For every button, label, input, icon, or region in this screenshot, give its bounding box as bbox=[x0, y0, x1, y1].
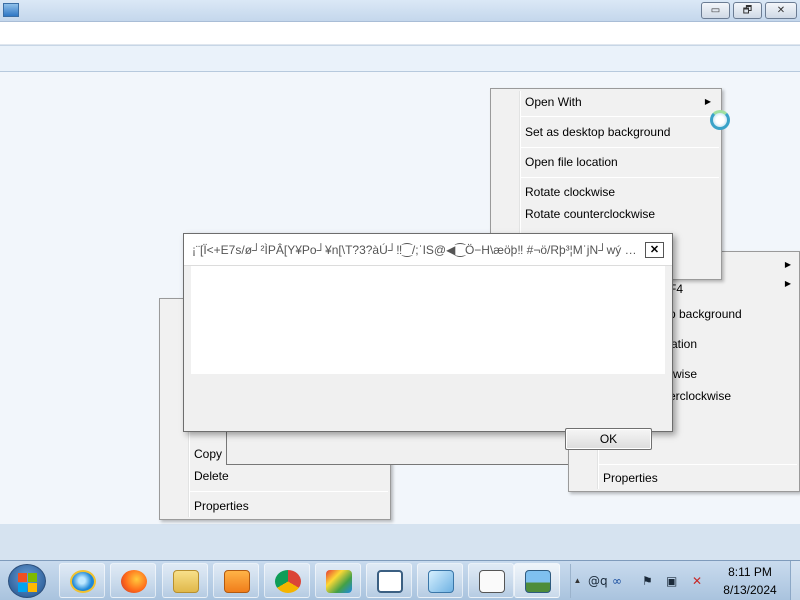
clock-time[interactable]: 8:11 PM bbox=[700, 565, 800, 579]
dialog-close-button[interactable]: ✕ bbox=[645, 242, 664, 258]
menu-item-open-location[interactable]: Open file location bbox=[491, 151, 721, 173]
submenu-arrow-icon: ▶ bbox=[784, 279, 791, 288]
start-button[interactable] bbox=[8, 564, 46, 598]
windows-logo-icon bbox=[28, 573, 37, 582]
dialog-titlebar: ¡¨[Ï<+E7s/ø┘²ÌPÂ[Y¥Po┘¥n[\T?3?àÚ┘‼⁐/;ˈIS… bbox=[184, 234, 672, 266]
toolbar-area bbox=[0, 45, 800, 72]
submenu-arrow-icon: ▶ bbox=[784, 260, 791, 269]
taskbar: ▲ @q ∞ ⚑ ▣ ✕ bbox=[0, 560, 800, 600]
media-player-icon bbox=[224, 570, 250, 593]
menu-separator bbox=[599, 464, 797, 465]
taskbar-document[interactable] bbox=[468, 563, 514, 598]
window-titlebar: ▭ 🗗 ✕ bbox=[0, 0, 800, 22]
paint-icon bbox=[326, 570, 352, 593]
clock-date[interactable]: 8/13/2024 bbox=[700, 583, 800, 597]
dialog-title: ¡¨[Ï<+E7s/ø┘²ÌPÂ[Y¥Po┘¥n[\T?3?àÚ┘‼⁐/;ˈIS… bbox=[192, 243, 639, 257]
error-dialog: ¡¨[Ï<+E7s/ø┘²ÌPÂ[Y¥Po┘¥n[\T?3?àÚ┘‼⁐/;ˈIS… bbox=[183, 233, 673, 432]
tray-link-icon[interactable]: ∞ bbox=[612, 574, 622, 588]
windows-logo-icon bbox=[18, 583, 27, 592]
menu-item-properties[interactable]: Properties bbox=[160, 495, 390, 517]
taskbar-file-explorer[interactable] bbox=[162, 563, 208, 598]
taskbar-media-player[interactable] bbox=[213, 563, 259, 598]
document-icon bbox=[479, 570, 505, 593]
folder-icon bbox=[173, 570, 199, 593]
menu-separator bbox=[521, 116, 719, 117]
dialog-message-area bbox=[191, 266, 665, 374]
menu-separator bbox=[190, 491, 388, 492]
network-icon[interactable]: ▣ bbox=[666, 574, 677, 588]
taskbar-firefox[interactable] bbox=[110, 563, 156, 598]
firefox-icon bbox=[121, 570, 147, 593]
taskbar-paint[interactable] bbox=[315, 563, 361, 598]
internet-explorer-icon bbox=[70, 570, 96, 593]
show-desktop-button[interactable] bbox=[790, 561, 800, 600]
maximize-button[interactable]: 🗗 bbox=[733, 2, 762, 19]
menu-item-set-background[interactable]: Set as desktop background bbox=[491, 121, 721, 143]
close-window-button[interactable]: ✕ bbox=[765, 2, 797, 19]
windows-logo-icon bbox=[28, 583, 37, 592]
menu-separator bbox=[521, 147, 719, 148]
taskbar-internet-explorer[interactable] bbox=[59, 563, 105, 598]
app-icon bbox=[3, 3, 19, 17]
menu-item-delete[interactable]: Delete bbox=[160, 465, 390, 487]
taskbar-notepad[interactable] bbox=[417, 563, 463, 598]
tray-expand-icon[interactable]: ▲ bbox=[570, 564, 584, 598]
taskbar-photo-viewer[interactable] bbox=[514, 563, 560, 598]
menu-bar-area bbox=[0, 22, 800, 45]
taskbar-app-window[interactable] bbox=[366, 563, 412, 598]
ok-button[interactable]: OK bbox=[565, 428, 652, 450]
photo-viewer-icon bbox=[525, 570, 551, 593]
busy-cursor-icon bbox=[710, 110, 730, 130]
tray-app-icon[interactable]: @q bbox=[588, 574, 608, 588]
menu-item-properties[interactable]: Properties bbox=[569, 467, 799, 489]
taskbar-chrome[interactable] bbox=[264, 563, 310, 598]
notepad-icon bbox=[428, 570, 454, 593]
minimize-button[interactable]: ▭ bbox=[701, 2, 730, 19]
menu-item-rotate-ccw[interactable]: Rotate counterclockwise bbox=[491, 203, 721, 225]
action-center-flag-icon[interactable]: ⚑ bbox=[642, 574, 653, 588]
menu-separator bbox=[521, 177, 719, 178]
windows-logo-icon bbox=[18, 573, 27, 582]
menu-item-open-with[interactable]: Open With bbox=[491, 91, 721, 113]
submenu-arrow-icon: ▶ bbox=[704, 97, 711, 106]
menu-item-rotate-cw[interactable]: Rotate clockwise bbox=[491, 181, 721, 203]
chrome-icon bbox=[275, 570, 301, 593]
app-window-icon bbox=[377, 570, 403, 593]
